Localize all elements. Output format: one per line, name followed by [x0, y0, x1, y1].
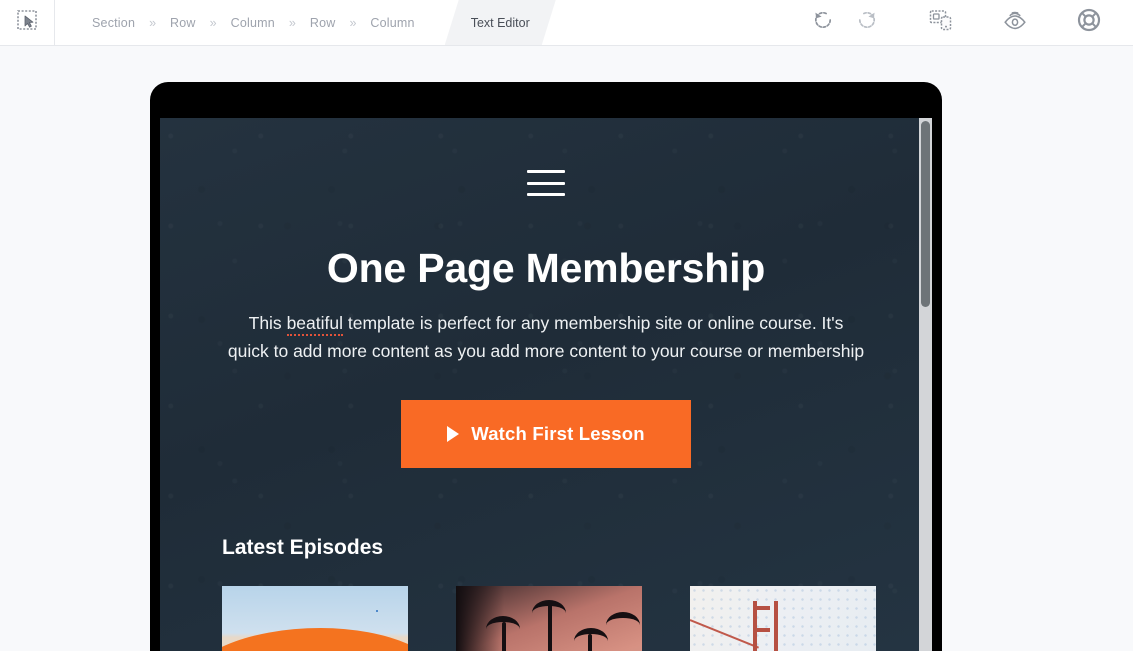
- palm-frond: [574, 627, 608, 651]
- undo-icon: [811, 8, 835, 37]
- hero-paragraph-part1: This: [248, 313, 287, 334]
- help-button[interactable]: [1067, 0, 1111, 45]
- breadcrumb-item-row-2[interactable]: Row: [298, 16, 348, 30]
- device-screen: One Page Membership This beatiful templa…: [160, 118, 932, 651]
- breadcrumb-item-section[interactable]: Section: [80, 16, 147, 30]
- palm-frond: [532, 599, 566, 626]
- toolbar-actions: [801, 0, 1133, 45]
- breadcrumb-item-row-1[interactable]: Row: [158, 16, 208, 30]
- hero-paragraph: This beatiful template is perfect for an…: [226, 309, 866, 366]
- episode-thumbnail-desert-dunes[interactable]: [222, 585, 408, 651]
- tab-text-editor[interactable]: Text Editor: [445, 0, 556, 45]
- cursor-in-frame-icon: [16, 9, 38, 36]
- palm-frond: [606, 611, 640, 638]
- fog-texture: [690, 585, 876, 651]
- redo-button[interactable]: [845, 0, 889, 45]
- episode-thumbnail-row: [222, 585, 876, 651]
- bridge-crossbar: [753, 628, 771, 633]
- play-triangle-icon: [447, 425, 460, 442]
- hamburger-bar: [527, 170, 565, 173]
- sky-speck: [376, 610, 379, 613]
- breadcrumb-separator: »: [349, 15, 357, 30]
- episode-thumbnail-golden-gate-bridge[interactable]: [690, 585, 876, 651]
- hamburger-menu-icon[interactable]: [527, 170, 565, 196]
- select-tool-button[interactable]: [0, 0, 55, 45]
- latest-episodes-section: Latest Episodes: [160, 536, 932, 651]
- episode-thumbnail-palm-trees[interactable]: [456, 585, 642, 651]
- hamburger-bar: [527, 181, 565, 185]
- watch-first-lesson-button[interactable]: Watch First Lesson: [401, 399, 691, 468]
- top-toolbar: Section » Row » Column » Row » Column Te…: [0, 0, 1133, 46]
- breadcrumb-separator: »: [149, 15, 157, 30]
- page-content: One Page Membership This beatiful templa…: [160, 118, 932, 651]
- preview-button[interactable]: [993, 0, 1037, 45]
- redo-icon: [855, 8, 879, 37]
- hero-section: One Page Membership This beatiful templa…: [160, 118, 932, 468]
- misspelled-word[interactable]: beatiful: [286, 313, 343, 337]
- vertical-scrollbar-track[interactable]: [919, 118, 932, 651]
- live-preview-eye-icon: [1002, 7, 1028, 38]
- section-heading: Latest Episodes: [222, 535, 384, 559]
- dune-shape: [222, 628, 408, 651]
- cta-wrapper: Watch First Lesson: [160, 399, 932, 468]
- bridge-crossbar: [753, 605, 771, 610]
- breadcrumb-separator: »: [288, 15, 296, 30]
- vertical-scrollbar-thumb[interactable]: [921, 121, 930, 307]
- breadcrumb-item-column-1[interactable]: Column: [219, 16, 287, 30]
- breadcrumb: Section » Row » Column » Row » Column: [55, 0, 427, 45]
- undo-button[interactable]: [801, 0, 845, 45]
- device-preview-frame: One Page Membership This beatiful templa…: [150, 82, 942, 651]
- help-lifering-icon: [1076, 7, 1102, 38]
- cta-label: Watch First Lesson: [471, 422, 645, 444]
- breadcrumb-separator: »: [209, 15, 217, 30]
- palm-frond: [486, 615, 520, 642]
- responsive-devices-icon: [928, 7, 954, 38]
- breadcrumb-item-column-2[interactable]: Column: [358, 16, 426, 30]
- responsive-view-button[interactable]: [919, 0, 963, 45]
- hamburger-bar: [527, 193, 565, 196]
- page-title: One Page Membership: [326, 245, 766, 291]
